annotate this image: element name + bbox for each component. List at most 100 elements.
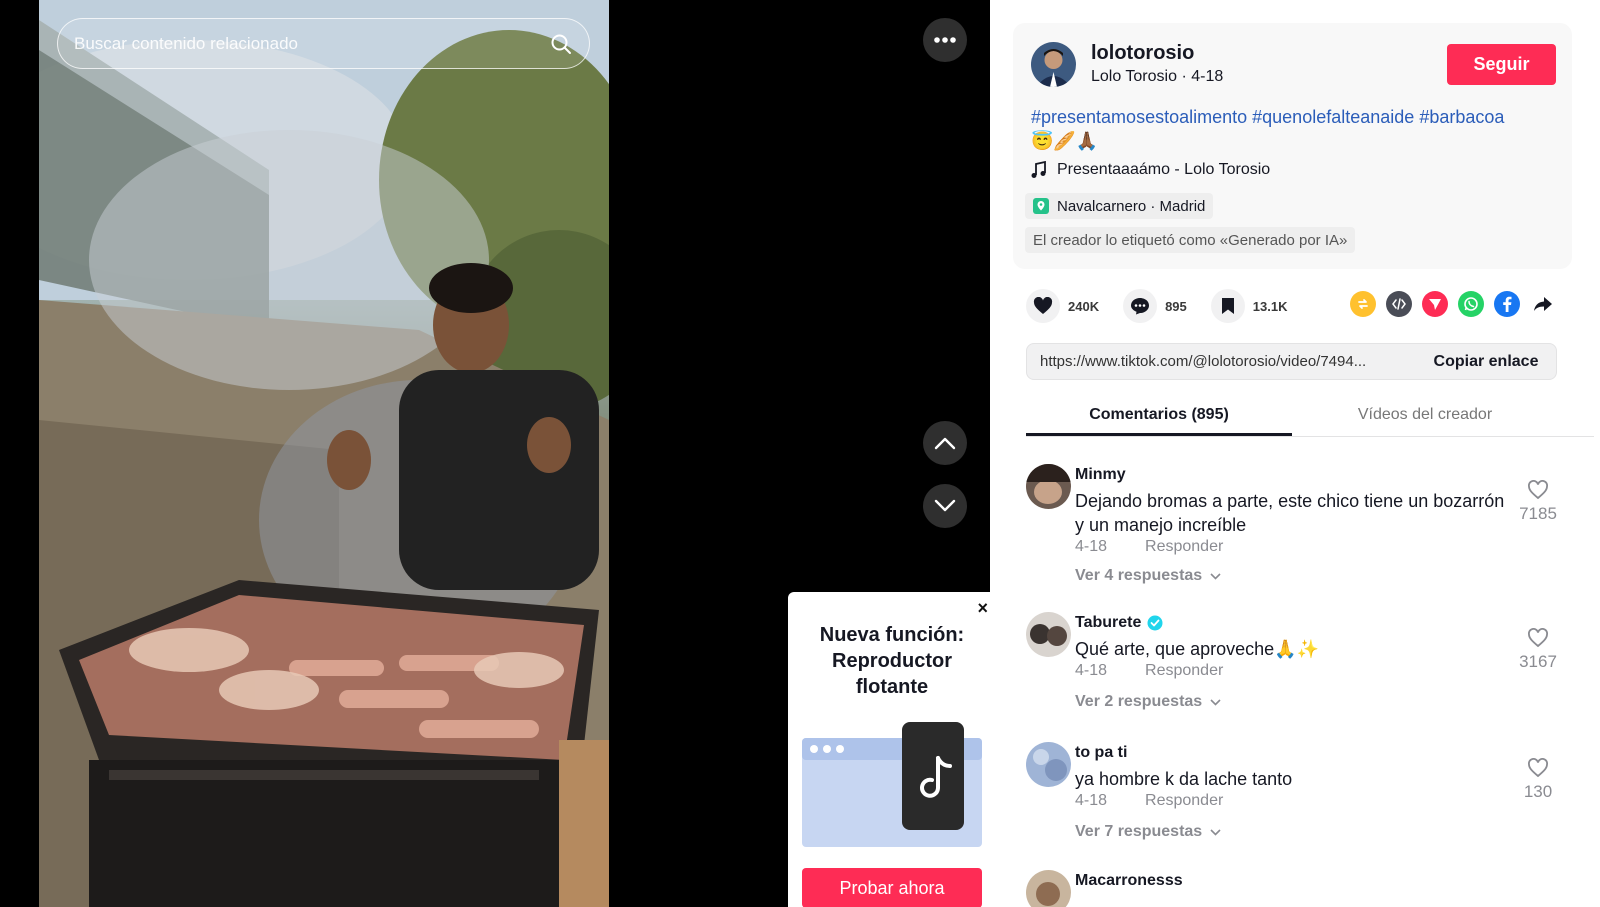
video-player[interactable] [39, 0, 609, 907]
bookmark-icon [1210, 289, 1245, 323]
search-icon[interactable] [549, 32, 573, 56]
save-stat[interactable]: 13.1K [1210, 289, 1288, 323]
tiktok-video-page: × Nueva función: Reproductor flotante Pr… [0, 0, 1600, 907]
comment-like[interactable]: 3167 [1512, 628, 1564, 672]
like-stat[interactable]: 240K [1026, 289, 1099, 323]
related-search-bar[interactable] [57, 18, 590, 69]
heart-icon [1026, 289, 1060, 323]
video-stage: × Nueva función: Reproductor flotante Pr… [0, 0, 996, 907]
comment-meta: 4-18 Responder [1075, 662, 1223, 680]
share-options [1350, 291, 1556, 317]
floating-player-promo: × Nueva función: Reproductor flotante Pr… [788, 592, 996, 907]
try-now-button[interactable]: Probar ahora [802, 868, 982, 907]
creator-subline: Lolo Torosio · 4-18 [1091, 68, 1223, 86]
creator-info-card: lolotorosio Lolo Torosio · 4-18 Seguir #… [1013, 23, 1572, 269]
comment-bubble-icon [1123, 289, 1158, 323]
ellipsis-icon [934, 37, 956, 43]
comment-like-count: 7185 [1519, 504, 1557, 523]
reply-button[interactable]: Responder [1145, 538, 1223, 556]
comment-meta: 4-18 Responder [1075, 538, 1223, 556]
creator-avatar-image [1031, 42, 1076, 87]
creator-avatar[interactable] [1031, 42, 1076, 87]
chevron-down-icon [1210, 828, 1221, 836]
chevron-down-icon [934, 499, 956, 512]
save-count: 13.1K [1252, 298, 1288, 314]
chevron-down-icon [1210, 572, 1221, 580]
promo-title: Nueva función: Reproductor flotante [819, 624, 965, 698]
panel-tabs: Comentarios (895) Vídeos del creador [1026, 392, 1594, 437]
commenter-avatar[interactable] [1026, 870, 1071, 907]
send-icon[interactable] [1422, 291, 1448, 317]
creator-display-name: Lolo Torosio [1091, 68, 1177, 85]
music-link[interactable]: Presentaaaámo - Lolo Torosio [1031, 161, 1270, 179]
comment-like-count: 3167 [1519, 652, 1557, 671]
post-date: 4-18 [1191, 68, 1224, 85]
engagement-stats: 240K 895 13.1K [1026, 288, 1311, 324]
floating-player-illustration [802, 722, 982, 847]
comment-text: ya hombre k da lache tanto [1075, 769, 1293, 789]
view-replies-button[interactable]: Ver 7 respuestas [1075, 823, 1221, 841]
embed-icon[interactable] [1386, 291, 1412, 317]
heart-outline-icon [1528, 628, 1548, 648]
view-replies-button[interactable]: Ver 4 respuestas [1075, 567, 1221, 585]
comment-text: Dejando bromas a parte, este chico tiene… [1075, 491, 1505, 535]
reply-button[interactable]: Responder [1145, 662, 1223, 680]
comment-item: Macarronesss [1026, 864, 1586, 907]
chevron-down-icon [1210, 698, 1221, 706]
more-options-button[interactable] [923, 18, 967, 62]
commenter-name[interactable]: to pa ti [1075, 744, 1127, 762]
video-info-panel: lolotorosio Lolo Torosio · 4-18 Seguir #… [990, 0, 1600, 907]
music-note-icon [1031, 161, 1046, 178]
comment-stat[interactable]: 895 [1123, 289, 1187, 323]
location-pin-icon [1033, 198, 1049, 214]
commenter-avatar[interactable] [1026, 464, 1071, 509]
commenter-name[interactable]: Macarronesss [1075, 872, 1183, 890]
facebook-icon[interactable] [1494, 291, 1520, 317]
chevron-up-icon [934, 437, 956, 450]
comment-date: 4-18 [1075, 538, 1108, 555]
video-description: #presentamosestoalimento #quenolefaltean… [1031, 105, 1556, 153]
ai-generated-label: El creador lo etiquetó como «Generado po… [1025, 227, 1356, 253]
repost-icon[interactable] [1350, 291, 1376, 317]
comment-count: 895 [1165, 298, 1187, 314]
copy-link-button[interactable]: Copiar enlace [1416, 353, 1556, 371]
comment-item: to pa ti ya hombre k da lache tanto 4-18… [1026, 736, 1586, 864]
reply-button[interactable]: Responder [1145, 792, 1223, 810]
tab-creator-videos[interactable]: Vídeos del creador [1292, 392, 1558, 436]
hashtag-link[interactable]: #barbacoa [1419, 107, 1504, 127]
location-label: Navalcarnero · Madrid [1057, 197, 1206, 215]
share-arrow-icon[interactable] [1530, 291, 1556, 317]
view-replies-button[interactable]: Ver 2 respuestas [1075, 693, 1221, 711]
hashtag-link[interactable]: #quenolefalteanaide [1252, 107, 1414, 127]
comment-item: Minmy Dejando bromas a parte, este chico… [1026, 458, 1586, 606]
next-video-button[interactable] [923, 484, 967, 528]
creator-username[interactable]: lolotorosio [1091, 42, 1194, 65]
comment-like-count: 130 [1523, 782, 1553, 801]
verified-badge-icon [1147, 615, 1163, 631]
comment-date: 4-18 [1075, 662, 1108, 679]
hashtag-link[interactable]: #presentamosestoalimento [1031, 107, 1247, 127]
video-frame-illustration [39, 0, 609, 907]
promo-close-button[interactable]: × [977, 598, 988, 619]
location-chip[interactable]: Navalcarnero · Madrid [1025, 193, 1214, 219]
separator-dot: · [1181, 68, 1192, 85]
commenter-avatar[interactable] [1026, 612, 1071, 657]
video-link-box: https://www.tiktok.com/@lolotorosio/vide… [1026, 343, 1557, 380]
whatsapp-icon[interactable] [1458, 291, 1484, 317]
previous-video-button[interactable] [923, 421, 967, 465]
search-input[interactable] [74, 33, 549, 54]
comment-like[interactable]: 130 [1512, 758, 1564, 802]
comment-meta: 4-18 Responder [1075, 792, 1223, 810]
commenter-name[interactable]: Minmy [1075, 466, 1126, 484]
commenter-avatar[interactable] [1026, 742, 1071, 787]
video-url[interactable]: https://www.tiktok.com/@lolotorosio/vide… [1040, 353, 1416, 370]
comment-list: Minmy Dejando bromas a parte, este chico… [1026, 458, 1586, 907]
commenter-name[interactable]: Taburete [1075, 614, 1163, 632]
tab-comments[interactable]: Comentarios (895) [1026, 392, 1292, 436]
heart-outline-icon [1528, 758, 1548, 778]
comment-item: Taburete Qué arte, que aproveche🙏✨ 4-18 … [1026, 606, 1586, 736]
comment-date: 4-18 [1075, 792, 1108, 809]
comment-like[interactable]: 7185 [1512, 480, 1564, 524]
description-emojis: 😇🥖🙏🏾 [1031, 131, 1099, 151]
follow-button[interactable]: Seguir [1447, 44, 1556, 85]
